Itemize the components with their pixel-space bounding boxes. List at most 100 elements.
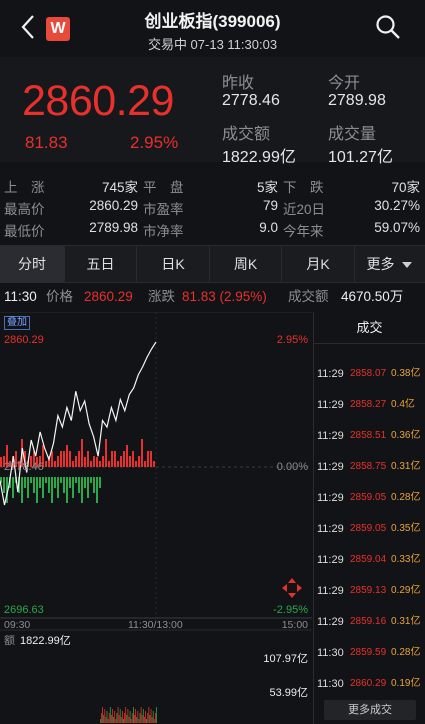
- volume-bar: [125, 707, 127, 723]
- breadth-bar-down: [24, 477, 26, 488]
- trade-price: 2858.27: [350, 399, 387, 410]
- current-price: 2860.29: [22, 77, 174, 125]
- breadth-bar-down: [96, 477, 98, 503]
- tab-weekly-k[interactable]: 周K: [210, 246, 282, 283]
- volume-bar: [129, 711, 131, 723]
- trades-panel: 成交 11:29 2858.07 0.38亿 11:29 2858.27 0.4亿 11:2…: [313, 312, 425, 724]
- tab-more[interactable]: 更多: [355, 246, 425, 283]
- stats-grid: 上 涨 745家 平 盘 5家 下 跌 70家 最高价 2860.29 市盈率 …: [0, 170, 425, 242]
- trade-amount: 0.28亿: [391, 492, 421, 503]
- page-title: 创业板指(399006): [144, 12, 281, 31]
- breadth-bar-down: [99, 477, 101, 488]
- volume-bar: [136, 717, 138, 723]
- trade-row: 11:29 2859.04 0.33亿: [314, 550, 425, 570]
- volume-bar: [102, 707, 103, 723]
- stat-label: 今年来: [283, 224, 324, 239]
- breadth-bar-down: [75, 477, 77, 483]
- move-crosshair-icon[interactable]: [282, 578, 302, 598]
- stat-label: 市净率: [143, 224, 184, 239]
- trade-amount: 0.35亿: [391, 523, 421, 534]
- breadth-bar-up: [105, 439, 107, 467]
- info-turnover-label: 成交额: [288, 289, 329, 304]
- trade-row: 11:29 2859.13 0.29亿: [314, 581, 425, 601]
- breadth-bar-up: [78, 451, 80, 467]
- axis-high-pct: 2.95%: [276, 334, 308, 346]
- trade-time: 11:29: [317, 523, 344, 535]
- intraday-chart[interactable]: 叠加 2860.29 2.95% 2778.46 0.00% 2696.63 -…: [0, 311, 312, 724]
- tab-daily-k[interactable]: 日K: [137, 246, 210, 283]
- volume-bar: [112, 709, 113, 723]
- trades-title: 成交: [314, 312, 425, 344]
- volume-bar: [139, 713, 141, 723]
- volume-bar: [104, 709, 106, 723]
- axis-high: 2860.29: [4, 334, 44, 346]
- volume-bar: [116, 713, 118, 723]
- trade-row: 11:30 2860.29 0.19亿: [314, 674, 425, 694]
- volume-bar: [114, 711, 116, 723]
- tab-intraday[interactable]: 分时: [0, 246, 65, 283]
- info-change-label: 涨跌: [148, 289, 175, 304]
- trade-time: 11:29: [317, 399, 344, 411]
- search-icon[interactable]: [374, 13, 402, 41]
- breadth-bar-down: [54, 477, 56, 488]
- prev-close-value: 2778.46: [222, 92, 280, 109]
- trade-price: 2858.75: [350, 461, 387, 472]
- volume-bar: [103, 715, 105, 723]
- overlay-badge[interactable]: 叠加: [4, 316, 30, 330]
- breadth-bar-up: [87, 451, 89, 467]
- volume-bar: [134, 715, 135, 723]
- trade-row: 11:29 2858.51 0.36亿: [314, 426, 425, 446]
- trade-price: 2859.13: [350, 585, 387, 596]
- stat-label: 市盈率: [143, 202, 184, 217]
- volume-bar: [115, 719, 117, 723]
- volume-bar: [153, 719, 155, 723]
- volume-bar: [131, 713, 133, 723]
- prev-close-label: 昨收: [222, 75, 255, 92]
- trade-row: 11:29 2859.16 0.31亿: [314, 612, 425, 632]
- breadth-bar-up: [63, 451, 65, 467]
- trade-time: 11:29: [317, 430, 344, 442]
- breadth-bar-down: [30, 477, 32, 483]
- breadth-bar-down: [81, 477, 83, 503]
- volume-bar: [150, 709, 152, 723]
- volume-bar: [117, 707, 119, 723]
- tab-monthly-k[interactable]: 月K: [282, 246, 355, 283]
- volume-bar: [108, 713, 110, 723]
- tab-five-day[interactable]: 五日: [65, 246, 137, 283]
- volume-bar: [120, 717, 122, 723]
- info-change: 81.83 (2.95%): [182, 289, 267, 304]
- breadth-bar-up: [117, 461, 119, 467]
- breadth-bar-down: [78, 477, 80, 493]
- volume-bar: [141, 715, 143, 723]
- trade-amount: 0.31亿: [391, 461, 421, 472]
- volume-bar: [145, 711, 146, 723]
- breadth-bar-down: [3, 477, 5, 493]
- breadth-bar-down: [57, 477, 59, 498]
- stat-label: 最低价: [4, 224, 45, 239]
- volume-bar: [119, 709, 121, 723]
- price-change: 81.83: [25, 133, 68, 152]
- stat-value: 5家: [256, 180, 278, 195]
- volume-bar: [100, 719, 101, 723]
- trade-amount: 0.33亿: [391, 554, 421, 565]
- info-turnover: 4670.50万: [341, 289, 404, 304]
- volume-bar: [151, 717, 153, 723]
- trade-time: 11:29: [317, 554, 344, 566]
- volume-bar: [124, 713, 125, 723]
- breadth-bar-down: [63, 477, 65, 493]
- volume-bar: [122, 711, 123, 723]
- trade-amount: 0.31亿: [391, 616, 421, 627]
- stat-label: 下 跌: [283, 180, 324, 195]
- volume-bar: [155, 713, 156, 723]
- more-trades-button[interactable]: 更多成交: [324, 700, 416, 720]
- volume-bar: [149, 715, 151, 723]
- stat-value: 79: [262, 198, 278, 213]
- stat-value: 9.0: [259, 220, 278, 235]
- trade-amount: 0.19亿: [391, 678, 421, 689]
- breadth-bar-up: [75, 456, 77, 467]
- trade-price: 2858.51: [350, 430, 387, 441]
- stat-label: 最高价: [4, 202, 45, 217]
- stat-label: 上 涨: [4, 180, 45, 195]
- breadth-bar-up: [72, 461, 74, 467]
- trade-price: 2859.59: [350, 647, 387, 658]
